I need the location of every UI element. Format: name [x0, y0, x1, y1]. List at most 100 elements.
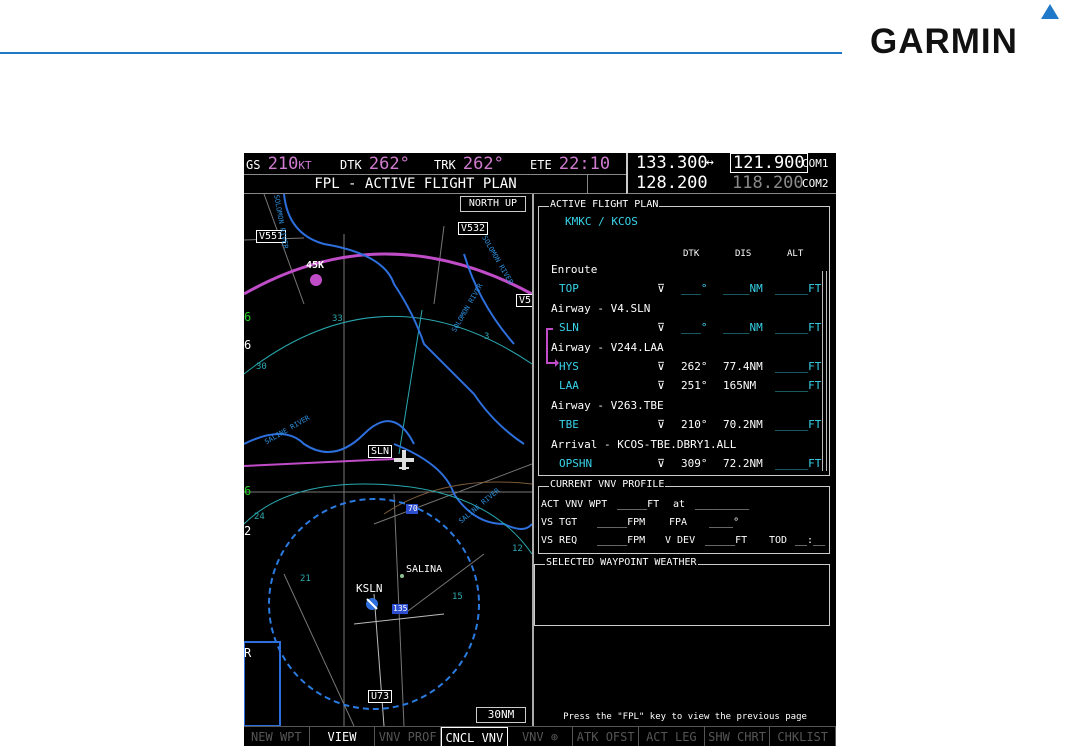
waypoint-name: OPSHN [559, 457, 593, 470]
waypoint-alt: _____FT [775, 321, 822, 335]
softkey-atk-ofst[interactable]: ATK OFST [573, 727, 640, 746]
vnv-vs-req-label: VS REQ [541, 535, 578, 546]
vnv-tod-value: __:__ [795, 535, 826, 546]
leg-header-text: Airway - V4.SLN [551, 301, 651, 315]
navigation-status-bar: GS 210KT DTK 262° TRK 262° ETE 22:10 FPL… [244, 153, 626, 194]
waypoint-dis: ____NM [723, 282, 763, 296]
leg-header-text: Airway - V244.LAA [551, 340, 664, 354]
page-title-box [587, 175, 626, 193]
vnv-at-label: at [673, 499, 686, 510]
softkey-bar: NEW WPT VIEW VNV PROF CNCL VNV VNV ⊕ ATK OFST… [244, 726, 836, 746]
flight-plan-leg-header[interactable]: Enroute [539, 263, 825, 281]
vnav-descent-icon: ⊽ [657, 282, 666, 296]
softkey-new-wpt[interactable]: NEW WPT [244, 727, 310, 746]
vnv-at-value[interactable]: _________ [695, 499, 749, 510]
vnv-profile-title: CURRENT VNV PROFILE [549, 479, 666, 490]
active-flight-plan-panel: ACTIVE FLIGHT PLAN KMKC / KCOS DTK DIS A… [538, 199, 830, 476]
vnav-descent-icon: ⊽ [657, 457, 666, 470]
flight-plan-waypoint-row[interactable]: HYS ⊽ 262° 77.4NM _____FT [539, 360, 825, 378]
frequency-swap-icon[interactable]: ↔ [706, 155, 714, 170]
waypoint-name: TOP [559, 282, 579, 296]
airport-label-ksln: KSLN [356, 582, 383, 595]
vnv-vs-req-value: _____FPM [597, 535, 646, 546]
waypoint-dtk: ___° [681, 282, 708, 296]
map-edge-mark: 6 [244, 484, 252, 498]
waypoint-dtk: 262° [681, 360, 708, 373]
column-header-dis: DIS [735, 249, 752, 259]
flight-plan-leg-header[interactable]: Airway - V244.LAA [539, 341, 825, 359]
map-range-label[interactable]: 30NM [476, 707, 526, 723]
flight-plan-leg-header[interactable]: Airway - V4.SLN [539, 302, 825, 320]
gs-label: GS [246, 158, 261, 172]
flight-plan-leg-header[interactable]: Arrival - KCOS-TBE.DBRY1.ALL [539, 438, 825, 456]
ete-value: 22:10 [558, 154, 611, 174]
flight-plan-waypoint-row[interactable]: OPSHN ⊽ 309° 72.2NM _____FT [539, 457, 825, 475]
mfd-screen: GS 210KT DTK 262° TRK 262° ETE 22:10 FPL… [244, 153, 836, 746]
map-orientation-label[interactable]: NORTH UP [460, 196, 526, 212]
waypoint-weather-title: SELECTED WAYPOINT WEATHER [545, 557, 698, 568]
map-edge-mark: 2 [244, 524, 252, 538]
flight-plan-pane: ACTIVE FLIGHT PLAN KMKC / KCOS DTK DIS A… [534, 194, 836, 726]
flight-plan-scrollbar[interactable] [822, 271, 827, 471]
vnv-act-wpt-label: ACT VNV WPT [541, 499, 608, 510]
softkey-chklist[interactable]: CHKLIST [770, 727, 836, 746]
flight-plan-waypoint-row[interactable]: TOP ⊽ ___° ____NM _____FT [539, 282, 825, 300]
map-edge-mark: R [244, 646, 252, 660]
gs-value: 210 [267, 154, 299, 174]
dtk-field: DTK 262° [340, 154, 410, 174]
flight-plan-waypoint-row[interactable]: TBE ⊽ 210° 70.2NM _____FT [539, 418, 825, 436]
column-header-dtk: DTK [683, 249, 700, 259]
waypoint-dtk: 210° [681, 418, 708, 432]
softkey-shw-chrt[interactable]: SHW CHRT [705, 727, 771, 746]
compass-tick-24: 24 [254, 512, 265, 522]
waypoint-name: TBE [559, 418, 579, 432]
vnav-descent-icon: ⊽ [657, 418, 666, 432]
flight-plan-leg-header[interactable]: Airway - V263.TBE [539, 399, 825, 417]
dtk-value: 262° [368, 154, 410, 174]
flight-plan-waypoint-row[interactable]: LAA ⊽ 251° 165NM _____FT [539, 379, 825, 397]
softkey-cncl-vnv[interactable]: CNCL VNV [441, 727, 508, 746]
trk-label: TRK [434, 158, 456, 172]
softkey-act-leg[interactable]: ACT LEG [639, 727, 705, 746]
airport-label-u73: U73 [368, 690, 393, 703]
waypoint-dtk: ___° [681, 321, 708, 335]
airway-label-v5: V5 [516, 294, 532, 307]
vnv-act-wpt-value[interactable]: _____FT [617, 499, 659, 510]
softkey-vnv[interactable]: VNV ⊕ [508, 727, 574, 746]
airway-label-v532: V532 [458, 222, 489, 235]
compass-tick-12: 12 [512, 544, 523, 554]
flight-plan-waypoint-row[interactable]: SLN ⊽ ___° ____NM _____FT [539, 321, 825, 339]
leg-header-text: Airway - V263.TBE [551, 398, 664, 412]
com1-standby-frequency[interactable]: 121.900 [730, 153, 808, 173]
waypoint-weather-panel: SELECTED WAYPOINT WEATHER [534, 557, 830, 626]
vnv-profile-panel: CURRENT VNV PROFILE ACT VNV WPT _____FT … [538, 479, 830, 554]
navigation-map[interactable]: NORTH UP V551 V532 V5 45K SLN SALINA KSL… [244, 194, 534, 726]
active-leg-arrow-icon [546, 328, 559, 367]
vnv-fpa-value[interactable]: ____° [709, 517, 739, 528]
highway-label-135: 135 [393, 604, 408, 613]
softkey-vnv-prof[interactable]: VNV PROF [375, 727, 442, 746]
altitude-label-45k: 45K [306, 260, 325, 271]
com2-standby-frequency[interactable]: 118.200 [732, 173, 804, 193]
garmin-triangle-icon [1041, 4, 1059, 19]
map-graphics [244, 194, 532, 726]
leg-header-text: Enroute [551, 263, 598, 276]
vnv-vs-tgt-value[interactable]: _____FPM [597, 517, 645, 528]
waypoint-name: LAA [559, 379, 579, 393]
waypoint-alt: _____FT [775, 282, 822, 296]
com1-label: COM1 [802, 157, 829, 170]
column-header-alt: ALT [787, 249, 804, 259]
com2-label: COM2 [802, 177, 829, 190]
ete-field: ETE 22:10 [530, 154, 610, 174]
flight-plan-route[interactable]: KMKC / KCOS [565, 215, 638, 228]
vnav-descent-icon: ⊽ [657, 321, 666, 335]
softkey-view[interactable]: VIEW [310, 727, 376, 746]
ete-label: ETE [530, 158, 552, 172]
com1-active-frequency: 133.300 [636, 153, 708, 173]
page-title-text: FPL - ACTIVE FLIGHT PLAN [314, 176, 517, 192]
waypoint-name: SLN [559, 321, 579, 335]
waypoint-dis: 70.2NM [723, 418, 763, 432]
compass-tick-3: 3 [484, 332, 490, 342]
waypoint-alt: _____FT [775, 418, 822, 432]
vnv-vdev-label: V DEV [665, 535, 696, 546]
